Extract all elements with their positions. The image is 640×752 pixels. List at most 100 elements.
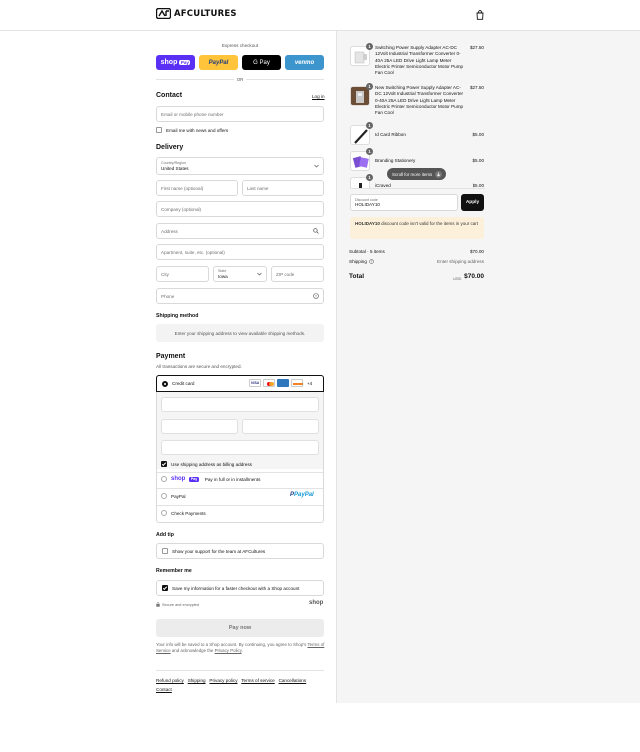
apartment-field[interactable]: Apartment, suite, etc. (optional) — [156, 244, 324, 260]
tip-checkbox-row[interactable]: Show your support for the team at AFCult… — [156, 543, 324, 559]
privacy-link[interactable]: Privacy Policy — [215, 648, 242, 653]
contact-link[interactable]: Contact — [156, 687, 172, 692]
tip-title: Add tip — [156, 532, 174, 538]
news-checkbox[interactable] — [156, 127, 162, 133]
shipping-method-note: Enter your shipping address to view avai… — [156, 324, 324, 342]
help-icon[interactable]: ? — [313, 293, 319, 299]
shoppay-pay-badge: Pay — [189, 476, 199, 482]
shipping-value: Enter shipping address — [437, 259, 484, 264]
remember-checkbox-row[interactable]: Save my information for a faster checkou… — [156, 580, 324, 596]
shoppay-logo: shop — [171, 476, 186, 482]
shopping-bag-icon[interactable] — [476, 10, 484, 20]
terms-of-service-link[interactable]: Terms of service — [241, 678, 274, 683]
card-expiry-field[interactable] — [161, 419, 238, 434]
pay-now-button[interactable]: Pay now — [156, 619, 324, 637]
divider — [350, 188, 485, 189]
footer-links: Refund policy Shipping Privacy policy Te… — [156, 676, 326, 694]
divider-right — [246, 79, 324, 80]
check-payments-option[interactable]: Check Payments — [161, 510, 206, 516]
city-placeholder: City — [161, 271, 169, 277]
apply-button[interactable]: Apply — [461, 194, 484, 211]
remember-checkbox[interactable] — [162, 585, 168, 591]
news-checkbox-row[interactable]: Email me with news and offers — [156, 127, 228, 133]
billing-checkbox[interactable] — [161, 461, 167, 467]
brand-logo[interactable]: AFCULTURES — [156, 8, 237, 19]
login-link[interactable]: Log in — [312, 94, 325, 99]
privacy-policy-link[interactable]: Privacy policy — [209, 678, 237, 683]
tip-checkbox[interactable] — [162, 548, 168, 554]
delivery-title: Delivery — [156, 144, 184, 151]
google-pay-button[interactable]: G Pay — [242, 55, 281, 70]
subtotal-label: Subtotal · 5 items — [349, 249, 385, 254]
shipping-label: Shipping — [349, 259, 367, 264]
tip-label: Show your support for the team at AFCult… — [172, 548, 266, 554]
brand-mark-icon — [156, 8, 171, 19]
scroll-more-items[interactable]: Scroll for more items — [387, 168, 447, 180]
card-name-field[interactable] — [161, 440, 319, 455]
visa-icon: VISA — [249, 379, 261, 387]
billing-checkbox-row[interactable]: Use shipping address as billing address — [161, 461, 252, 467]
paypal-express-button[interactable]: PayPal — [199, 55, 238, 70]
venmo-label: venmo — [294, 59, 315, 66]
cancellations-link[interactable]: Cancellations — [279, 678, 307, 683]
city-field[interactable]: City — [156, 266, 209, 282]
apartment-placeholder: Apartment, suite, etc. (optional) — [161, 249, 225, 255]
discount-value: HOLIDAY10 — [355, 202, 380, 208]
news-label: Email me with news and offers — [166, 127, 229, 133]
venmo-button[interactable]: venmo — [285, 55, 324, 70]
info-icon[interactable]: ? — [369, 259, 374, 264]
credit-card-label: Credit card — [172, 381, 195, 386]
country-value: United States — [161, 165, 189, 171]
address-placeholder: Address — [161, 228, 178, 234]
contact-title: Contact — [156, 92, 183, 99]
payment-subtitle: All transactions are secure and encrypte… — [156, 364, 242, 369]
google-pay-label: G Pay — [253, 59, 270, 66]
email-field[interactable]: Email or mobile phone number — [156, 106, 324, 122]
state-value: Iowa — [218, 273, 228, 279]
card-number-field[interactable] — [161, 397, 319, 412]
total-value: $70.00 — [464, 273, 484, 280]
check-payments-radio[interactable] — [161, 510, 167, 516]
quantity-badge: 1 — [366, 174, 373, 181]
shoppay-label: Pay in full or in installments — [204, 476, 261, 482]
last-name-field[interactable]: Last name — [242, 180, 324, 196]
shoppay-option[interactable]: shop Pay Pay in full or in installments — [161, 476, 260, 482]
total-label: Total — [349, 273, 365, 280]
card-cvv-field[interactable] — [242, 419, 319, 434]
country-select[interactable]: Country/Region United States — [156, 157, 324, 175]
card-brands: VISA +4 — [249, 379, 312, 387]
secure-label: Secure and encrypted — [162, 602, 200, 607]
credit-card-radio[interactable] — [162, 380, 168, 387]
paypal-radio[interactable] — [161, 493, 167, 499]
first-name-placeholder: First name (optional) — [161, 185, 204, 191]
shoppay-radio[interactable] — [161, 476, 167, 482]
shop-pay-label: shop — [160, 59, 178, 66]
shipping-row: Shipping ? — [349, 259, 374, 264]
discount-warning: HOLIDAY10 discount code isn't valid for … — [350, 217, 484, 239]
paypal-option[interactable]: PayPal — [161, 493, 186, 499]
chevron-down-icon — [314, 164, 319, 168]
payment-title: Payment — [156, 353, 186, 360]
currency-label: USD — [453, 276, 462, 281]
quantity-badge: 1 — [366, 83, 373, 90]
mastercard-icon — [263, 379, 275, 387]
quantity-badge: 1 — [366, 148, 373, 155]
shipping-link[interactable]: Shipping — [188, 678, 206, 683]
company-field[interactable]: Company (optional) — [156, 201, 324, 217]
zip-field[interactable]: ZIP code — [271, 266, 324, 282]
shipping-note-text: Enter your shipping address to view avai… — [174, 330, 306, 336]
shop-pay-button[interactable]: shop Pay — [156, 55, 195, 70]
address-field[interactable]: Address — [156, 223, 324, 239]
first-name-field[interactable]: First name (optional) — [156, 180, 238, 196]
secure-note: Secure and encrypted — [156, 602, 199, 607]
discount-code-field[interactable]: Discount code HOLIDAY10 — [350, 194, 458, 211]
arrow-down-icon — [435, 170, 443, 178]
search-icon — [313, 228, 319, 234]
subtotal-value: $70.00 — [469, 249, 484, 254]
phone-field[interactable]: Phone — [156, 288, 324, 304]
refund-policy-link[interactable]: Refund policy — [156, 678, 184, 683]
product-name: Branding Stationery — [375, 158, 416, 163]
product-price: $27.50 — [469, 45, 484, 50]
amex-icon — [277, 379, 289, 387]
divider — [157, 472, 323, 473]
